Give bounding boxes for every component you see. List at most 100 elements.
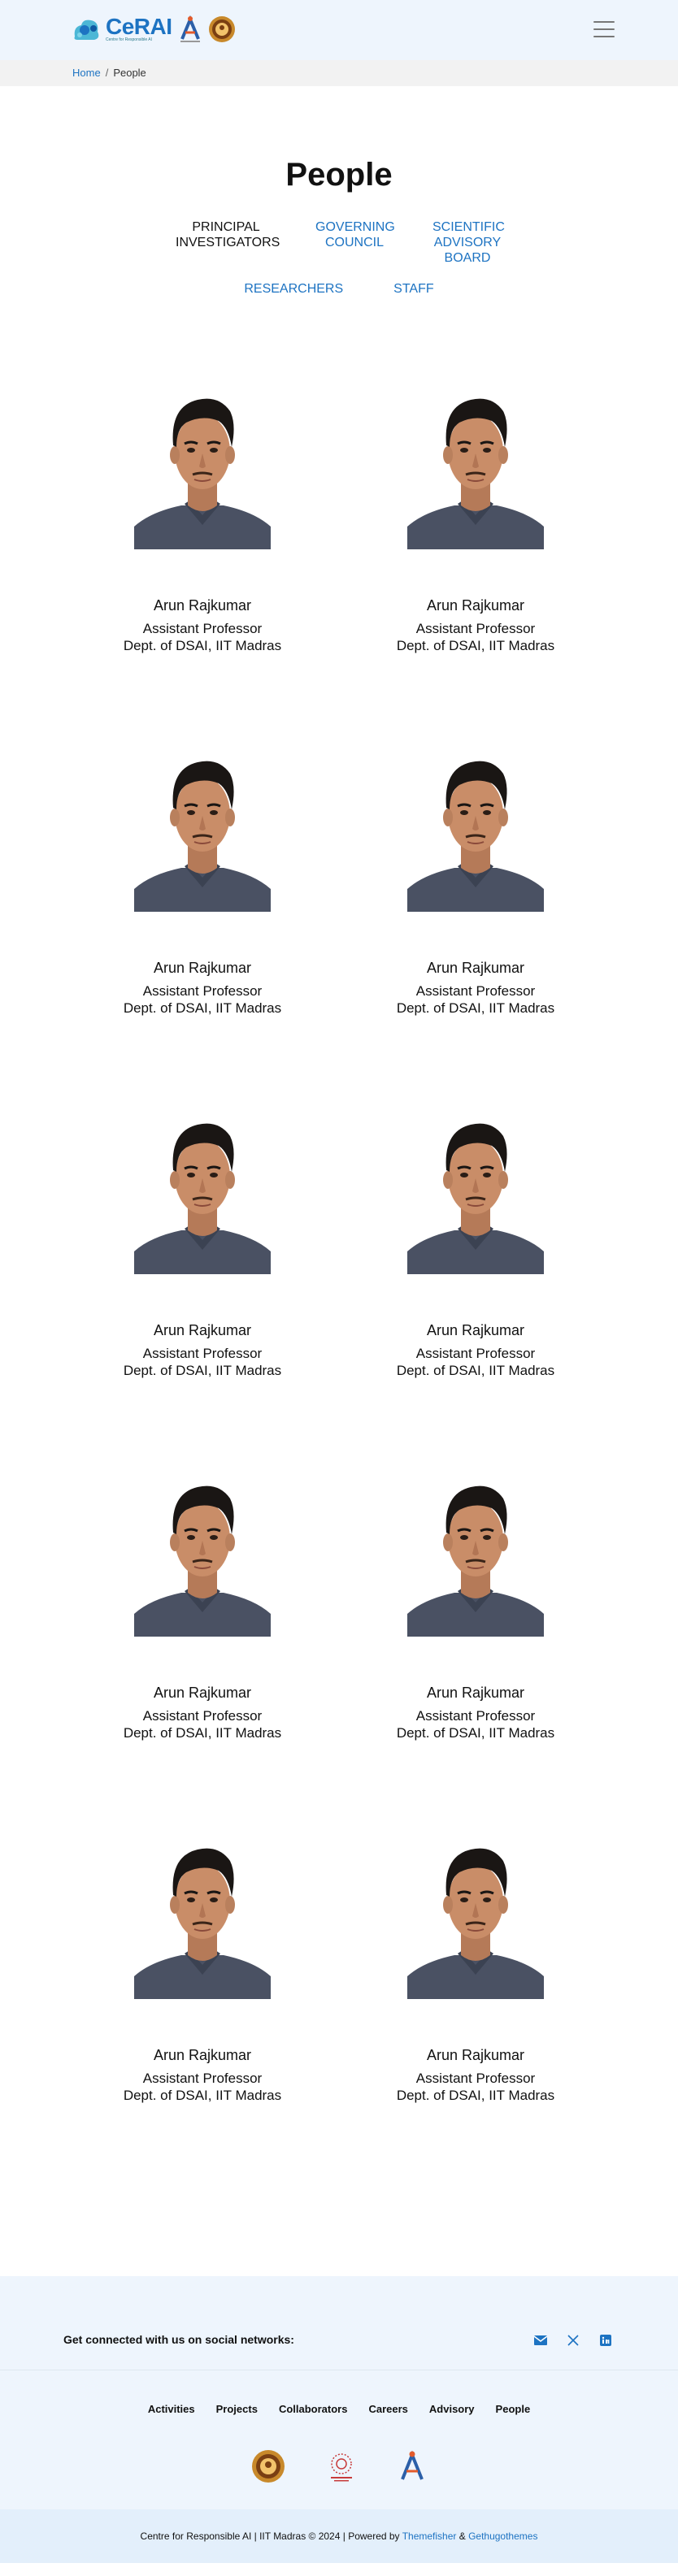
logo-tagline: Centre for Responsible AI: [106, 37, 152, 42]
iit-madras-logo[interactable]: [251, 2449, 285, 2483]
person-role: Assistant Professor: [415, 621, 536, 636]
person-photo: [407, 1832, 544, 1999]
logo-group[interactable]: CeRAI Centre for Responsible AI: [72, 15, 236, 44]
x-twitter-icon[interactable]: [566, 2333, 580, 2348]
footer-link-careers[interactable]: Careers: [368, 2403, 407, 2415]
person-photo: [134, 744, 271, 912]
person-portrait-icon: [407, 1848, 544, 1999]
person-photo: [407, 1107, 544, 1274]
person-card[interactable]: Arun Rajkumar Assistant Professor Dept. …: [66, 1469, 339, 1741]
person-card[interactable]: Arun Rajkumar Assistant Professor Dept. …: [339, 744, 612, 1017]
person-portrait-icon: [407, 1485, 544, 1637]
iit-madras-seal-icon: [208, 16, 235, 42]
person-portrait-icon: [134, 1123, 271, 1274]
footer-nav: Activities Projects Collaborators Career…: [0, 2403, 678, 2415]
person-role: Assistant Professor: [415, 1346, 536, 1361]
person-portrait-icon: [134, 398, 271, 549]
person-card[interactable]: Arun Rajkumar Assistant Professor Dept. …: [66, 382, 339, 654]
copyright-text: Centre for Responsible AI | IIT Madras ©…: [140, 2530, 402, 2542]
site-header: CeRAI Centre for Responsible AI: [0, 0, 678, 60]
footer-link-people[interactable]: People: [496, 2403, 531, 2415]
person-portrait-icon: [134, 1848, 271, 1999]
footer-links-section: Activities Projects Collaborators Career…: [0, 2370, 678, 2509]
person-photo: [134, 382, 271, 549]
person-card[interactable]: Arun Rajkumar Assistant Professor Dept. …: [339, 382, 612, 654]
social-text: Get connected with us on social networks…: [63, 2333, 294, 2346]
person-name: Arun Rajkumar: [153, 960, 252, 976]
menu-line: [593, 28, 615, 30]
person-portrait-icon: [134, 1485, 271, 1637]
person-photo: [407, 1469, 544, 1637]
tabs-row: PRINCIPAL INVESTIGATORS GOVERNING COUNCI…: [0, 219, 678, 266]
person-photo: [134, 1107, 271, 1274]
person-card[interactable]: Arun Rajkumar Assistant Professor Dept. …: [66, 744, 339, 1017]
person-portrait-icon: [407, 1123, 544, 1274]
person-card[interactable]: Arun Rajkumar Assistant Professor Dept. …: [66, 1832, 339, 2104]
person-card[interactable]: Arun Rajkumar Assistant Professor Dept. …: [339, 1469, 612, 1741]
person-name: Arun Rajkumar: [153, 1685, 252, 1701]
gethugothemes-link[interactable]: Gethugothemes: [468, 2530, 537, 2542]
linkedin-icon[interactable]: [598, 2333, 613, 2348]
person-name: Arun Rajkumar: [153, 1322, 252, 1338]
breadcrumb: Home / People: [0, 60, 678, 86]
cerai-mark-icon: [74, 20, 99, 40]
menu-line: [593, 21, 615, 23]
person-name: Arun Rajkumar: [153, 597, 252, 614]
person-photo: [134, 1469, 271, 1637]
footer-link-advisory[interactable]: Advisory: [429, 2403, 475, 2415]
footer-social-bar: Get connected with us on social networks…: [0, 2276, 678, 2370]
breadcrumb-current: People: [113, 67, 146, 79]
person-name: Arun Rajkumar: [426, 2047, 525, 2063]
people-grid: Arun Rajkumar Assistant Professor Dept. …: [0, 382, 678, 2104]
breadcrumb-separator: /: [105, 67, 109, 79]
person-card[interactable]: Arun Rajkumar Assistant Professor Dept. …: [339, 1107, 612, 1379]
person-dept: Dept. of DSAI, IIT Madras: [396, 2088, 555, 2103]
person-role: Assistant Professor: [142, 1346, 263, 1361]
person-role: Assistant Professor: [415, 983, 536, 999]
person-dept: Dept. of DSAI, IIT Madras: [123, 638, 282, 653]
tab-scientific-advisory-board[interactable]: SCIENTIFIC ADVISORY BOARD: [432, 219, 505, 266]
person-portrait-icon: [407, 761, 544, 912]
person-name: Arun Rajkumar: [153, 2047, 252, 2063]
footer-link-activities[interactable]: Activities: [148, 2403, 195, 2415]
person-role: Assistant Professor: [415, 1708, 536, 1724]
person-role: Assistant Professor: [142, 983, 263, 999]
tab-researchers[interactable]: RESEARCHERS: [244, 281, 343, 297]
person-photo: [134, 1832, 271, 1999]
person-name: Arun Rajkumar: [426, 597, 525, 614]
person-dept: Dept. of DSAI, IIT Madras: [396, 1725, 555, 1741]
breadcrumb-home-link[interactable]: Home: [72, 67, 101, 79]
person-name: Arun Rajkumar: [426, 1685, 525, 1701]
email-icon[interactable]: [533, 2333, 548, 2348]
person-dept: Dept. of DSAI, IIT Madras: [123, 1000, 282, 1016]
tab-governing-council[interactable]: GOVERNING COUNCIL: [315, 219, 395, 266]
wadhwani-school-logo[interactable]: [324, 2449, 359, 2483]
hamburger-menu-icon[interactable]: [593, 21, 615, 37]
footer-link-collaborators[interactable]: Collaborators: [279, 2403, 348, 2415]
person-portrait-icon: [407, 398, 544, 549]
person-dept: Dept. of DSAI, IIT Madras: [123, 2088, 282, 2103]
footer-logos: [0, 2449, 678, 2483]
tab-principal-investigators[interactable]: PRINCIPAL INVESTIGATORS: [176, 219, 280, 266]
tabs-row: RESEARCHERS STAFF: [0, 281, 678, 297]
menu-line: [593, 36, 615, 37]
cerai-a-logo[interactable]: [398, 2450, 427, 2483]
themefisher-link[interactable]: Themefisher: [402, 2530, 457, 2542]
cerai-logo[interactable]: CeRAI Centre for Responsible AI: [72, 15, 172, 43]
footer-copyright: Centre for Responsible AI | IIT Madras ©…: [0, 2509, 678, 2563]
person-portrait-icon: [134, 761, 271, 912]
person-name: Arun Rajkumar: [426, 960, 525, 976]
person-card[interactable]: Arun Rajkumar Assistant Professor Dept. …: [339, 1832, 612, 2104]
person-dept: Dept. of DSAI, IIT Madras: [123, 1725, 282, 1741]
person-role: Assistant Professor: [142, 621, 263, 636]
logo-word: CeRAI: [106, 14, 172, 39]
person-role: Assistant Professor: [142, 1708, 263, 1724]
person-role: Assistant Professor: [142, 2071, 263, 2086]
person-dept: Dept. of DSAI, IIT Madras: [396, 1363, 555, 1378]
footer-link-projects[interactable]: Projects: [216, 2403, 258, 2415]
person-card[interactable]: Arun Rajkumar Assistant Professor Dept. …: [66, 1107, 339, 1379]
cerai-a-icon: [180, 15, 200, 42]
person-dept: Dept. of DSAI, IIT Madras: [396, 638, 555, 653]
tab-staff[interactable]: STAFF: [393, 281, 433, 297]
person-dept: Dept. of DSAI, IIT Madras: [396, 1000, 555, 1016]
